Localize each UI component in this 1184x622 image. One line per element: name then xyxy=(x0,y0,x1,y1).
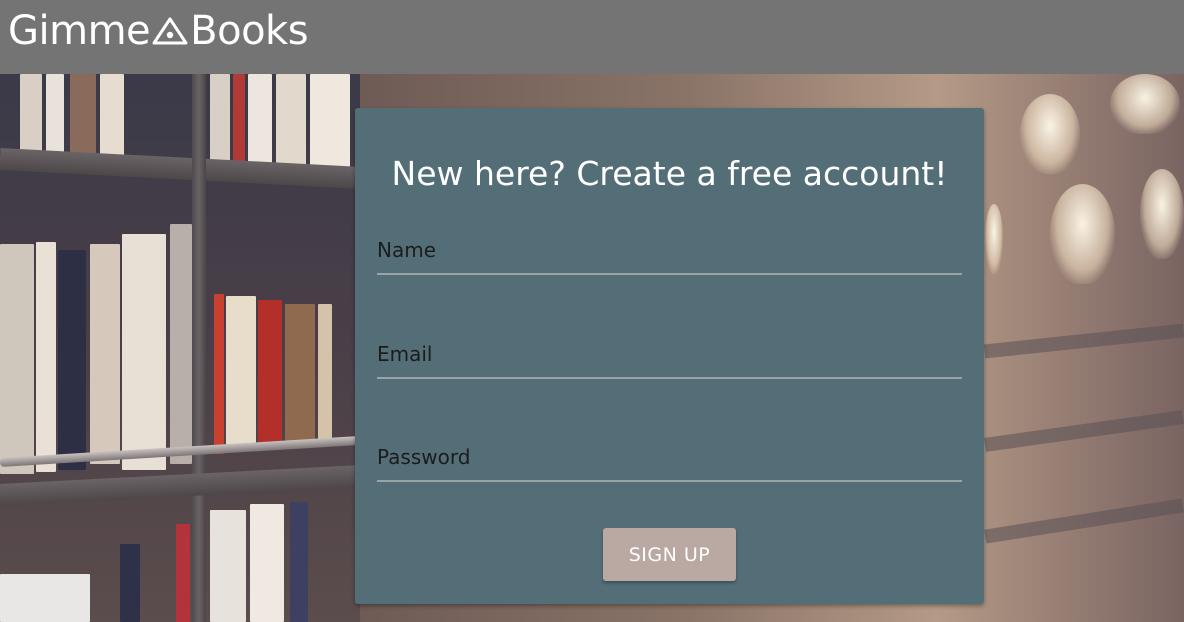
light-bulb xyxy=(1140,169,1184,259)
page: Gimme Books New here? Create a free acco… xyxy=(0,0,1184,622)
book-spine xyxy=(122,234,166,470)
book-spine xyxy=(290,502,308,622)
book-spine xyxy=(233,74,245,174)
shelf-post xyxy=(192,74,206,622)
light-bulb xyxy=(1110,74,1180,134)
book-spine xyxy=(226,296,256,446)
book-spine xyxy=(58,250,86,470)
light-bulb xyxy=(1020,94,1080,174)
password-field-wrapper xyxy=(377,434,962,482)
name-field-wrapper xyxy=(377,227,962,275)
book-spine xyxy=(0,244,34,474)
book-spine xyxy=(90,244,120,464)
sign-up-button[interactable]: SIGN UP xyxy=(603,528,736,581)
email-input[interactable] xyxy=(377,331,962,377)
book-spine xyxy=(46,74,64,154)
book-spine xyxy=(70,74,96,156)
light-bulb xyxy=(985,204,1003,274)
book-spine xyxy=(214,294,224,454)
brand-logo-link[interactable]: Gimme Books xyxy=(8,7,309,55)
email-field-wrapper xyxy=(377,331,962,379)
signup-form-card: New here? Create a free account! SIGN UP xyxy=(355,108,984,604)
name-input[interactable] xyxy=(377,227,962,273)
brand-name-right: Books xyxy=(190,8,309,54)
book-spine xyxy=(285,304,315,444)
book-spine xyxy=(210,510,246,622)
book-spine xyxy=(258,300,282,450)
book-spine xyxy=(170,224,192,464)
book-spine xyxy=(318,304,332,444)
book-spine xyxy=(20,74,42,154)
signup-title: New here? Create a free account! xyxy=(391,154,948,193)
book-spine xyxy=(0,574,90,622)
light-bulb xyxy=(1050,184,1115,284)
brand-name-left: Gimme xyxy=(8,8,151,54)
book-spine xyxy=(176,524,190,622)
book-spine xyxy=(120,544,140,622)
book-spine xyxy=(100,74,124,158)
book-spine xyxy=(36,242,56,472)
triangle-eye-icon xyxy=(152,17,188,45)
password-input[interactable] xyxy=(377,434,962,480)
book-spine xyxy=(250,504,284,622)
top-nav-bar: Gimme Books xyxy=(0,0,1184,74)
